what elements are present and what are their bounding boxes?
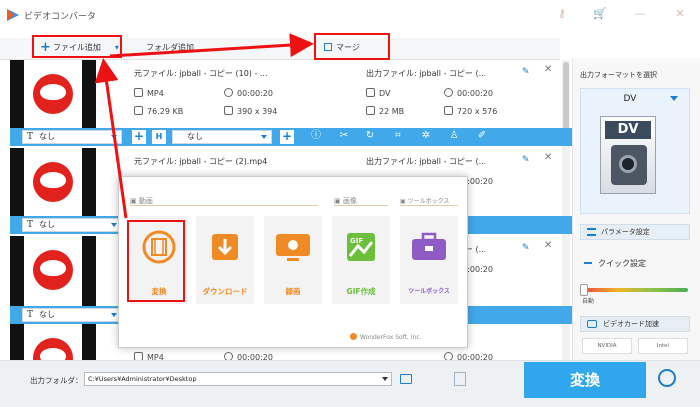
output-path-value: C:¥Users¥Administrator¥Desktop — [88, 375, 197, 383]
merge-output-icon[interactable] — [454, 372, 466, 386]
annotation-arrows — [94, 33, 314, 219]
folder-icon[interactable] — [400, 374, 412, 384]
output-folder-path[interactable]: C:¥Users¥Administrator¥Desktop — [84, 372, 392, 386]
alarm-clock-icon[interactable] — [658, 369, 676, 387]
output-folder-label: 出力フォルダ： — [30, 376, 83, 385]
convert-button[interactable]: 変換 — [524, 362, 646, 398]
chevron-down-icon — [382, 377, 388, 381]
